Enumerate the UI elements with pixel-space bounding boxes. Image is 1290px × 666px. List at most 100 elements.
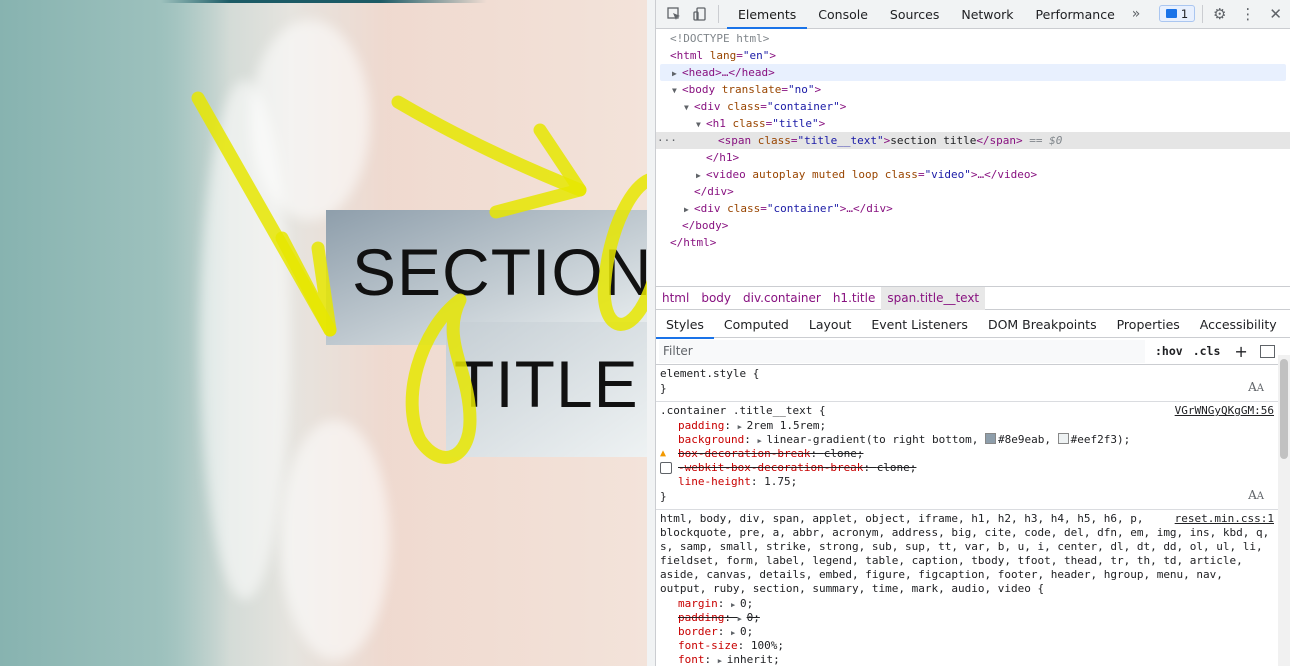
tab-elements[interactable]: Elements <box>727 0 808 29</box>
rule-selector-line[interactable]: output, ruby, section, summary, time, ma… <box>660 582 1044 596</box>
rule-selector-line[interactable]: html, body, div, span, applet, object, i… <box>660 512 1143 526</box>
font-editor-icon[interactable]: AA <box>1248 488 1264 502</box>
expand-triangle-icon[interactable]: ▶ <box>731 598 740 612</box>
tab-dom-breakpoints[interactable]: DOM Breakpoints <box>978 310 1107 338</box>
collapse-triangle-icon[interactable]: ▼ <box>696 116 706 133</box>
device-toolbar-icon[interactable] <box>692 6 708 22</box>
color-swatch[interactable] <box>1057 433 1069 444</box>
devtools-toolbar: Elements Console Sources Network Perform… <box>656 0 1290 29</box>
styles-pane: element.style { } AA .container .title__… <box>656 365 1278 666</box>
tab-properties[interactable]: Properties <box>1107 310 1190 338</box>
breadcrumb-h1-title[interactable]: h1.title <box>827 287 882 310</box>
styles-filter-input[interactable] <box>659 339 1145 363</box>
cls-toggle-button[interactable]: .cls <box>1193 344 1221 358</box>
tree-line-div[interactable]: ▼ <div class="container"> <box>656 98 1290 115</box>
annotation-loop-left <box>405 293 477 464</box>
expand-triangle-icon[interactable]: ▶ <box>738 420 747 434</box>
rule-close-brace: } <box>660 382 667 395</box>
message-icon <box>1165 9 1177 18</box>
breadcrumb-span-title-text[interactable]: span.title__text <box>881 286 986 310</box>
collapse-triangle-icon[interactable]: ▼ <box>672 82 682 99</box>
tree-line-body[interactable]: ▼ <body translate="no"> <box>656 81 1290 98</box>
scrollbar-thumb[interactable] <box>1280 359 1288 459</box>
tab-styles[interactable]: Styles <box>656 310 714 339</box>
expand-triangle-icon[interactable]: ▶ <box>738 612 747 626</box>
expand-triangle-icon[interactable]: ▶ <box>684 201 694 218</box>
expand-triangle-icon[interactable]: ▶ <box>672 65 682 82</box>
new-style-rule-button[interactable]: + <box>1234 342 1247 361</box>
tree-line[interactable]: </div> <box>656 183 1290 200</box>
expand-triangle-icon[interactable]: ▶ <box>696 167 706 184</box>
tree-line-video[interactable]: ▶ <video autoplay muted loop class="video… <box>656 166 1290 183</box>
decl-webkit-box-decoration-break[interactable]: -webkit-box-decoration-break: clone; <box>678 461 916 475</box>
rule-source-link[interactable]: VGrWNGyQKgGM:56 <box>1175 404 1274 417</box>
toolbar-right-icons: ⚙ ⋮ ✕ <box>1201 0 1282 28</box>
warning-icon: ▲ <box>660 448 667 459</box>
tree-line[interactable]: </html> <box>656 234 1290 251</box>
tab-performance[interactable]: Performance <box>1025 0 1126 28</box>
decl-background[interactable]: background: ▶ linear-gradient(to right bo… <box>678 433 1130 447</box>
color-swatch[interactable] <box>985 433 997 444</box>
decl-box-decoration-break[interactable]: box-decoration-break: clone; <box>678 447 863 461</box>
expand-triangle-icon[interactable]: ▶ <box>718 654 727 666</box>
tab-accessibility[interactable]: Accessibility <box>1190 310 1287 338</box>
rule-source-link[interactable]: reset.min.css:1 <box>1175 512 1274 525</box>
rule-selector[interactable]: .container .title__text { <box>660 404 826 418</box>
panel-splitter[interactable] <box>647 0 655 666</box>
tree-line-head[interactable]: ▶ <head>…</head> <box>660 64 1286 81</box>
decl-font[interactable]: font: ▶ inherit; <box>678 653 780 666</box>
breadcrumb-div-container[interactable]: div.container <box>737 287 827 310</box>
decl-margin[interactable]: margin: ▶ 0; <box>678 597 753 611</box>
tree-line[interactable]: </h1> <box>656 149 1290 166</box>
rule-selector-line[interactable]: fieldset, form, label, legend, table, ca… <box>660 554 1243 568</box>
issues-badge[interactable]: 1 <box>1159 5 1195 22</box>
tree-line[interactable]: <!DOCTYPE html> <box>656 30 1290 47</box>
decl-padding[interactable]: padding: ▶ 0; <box>678 611 760 625</box>
tree-line-h1[interactable]: ▼ <h1 class="title"> <box>656 115 1290 132</box>
breadcrumb-html[interactable]: html <box>656 287 695 310</box>
decl-padding[interactable]: padding: ▶ 2rem 1.5rem; <box>678 419 826 433</box>
styles-filter-bar: :hov .cls + <box>656 338 1290 365</box>
styles-scrollbar[interactable] <box>1278 355 1290 666</box>
breadcrumb-body[interactable]: body <box>695 287 737 310</box>
style-rule-reset: html, body, div, span, applet, object, i… <box>656 510 1278 666</box>
annotation-loop-right <box>597 174 647 331</box>
doctype-node: <!DOCTYPE html> <box>670 32 770 45</box>
tree-line[interactable]: </body> <box>656 217 1290 234</box>
settings-gear-icon[interactable]: ⚙ <box>1213 5 1226 23</box>
font-editor-icon[interactable]: AA <box>1248 380 1264 394</box>
kebab-menu-icon[interactable]: ⋮ <box>1240 5 1255 23</box>
tree-line-span-selected[interactable]: ··· <span class="title__text">section tit… <box>656 132 1290 149</box>
rule-selector-line[interactable]: aside, canvas, details, embed, figure, f… <box>660 568 1223 582</box>
style-rule-title-text: .container .title__text { VGrWNGyQKgGM:5… <box>656 402 1278 510</box>
tab-event-listeners[interactable]: Event Listeners <box>861 310 978 338</box>
element-style-rule: element.style { } AA <box>656 365 1278 402</box>
rule-selector-line[interactable]: blockquote, pre, a, abbr, acronym, addre… <box>660 526 1269 540</box>
hov-toggle-button[interactable]: :hov <box>1155 344 1183 358</box>
node-actions-icon[interactable]: ··· <box>657 132 677 149</box>
rule-selector[interactable]: element.style { <box>660 367 759 381</box>
tree-line[interactable]: <html lang="en"> <box>656 47 1290 64</box>
toggle-sidebar-icon[interactable] <box>1259 344 1275 358</box>
tab-console[interactable]: Console <box>807 0 879 28</box>
decl-font-size[interactable]: font-size: 100%; <box>678 639 784 653</box>
collapse-triangle-icon[interactable]: ▼ <box>684 99 694 116</box>
tab-layout[interactable]: Layout <box>799 310 862 338</box>
tab-sources[interactable]: Sources <box>879 0 950 28</box>
decl-line-height[interactable]: line-height: 1.75; <box>678 475 797 489</box>
tab-network[interactable]: Network <box>950 0 1024 28</box>
expand-triangle-icon[interactable]: ▶ <box>731 626 740 640</box>
devtools-panel: Elements Console Sources Network Perform… <box>655 0 1290 666</box>
more-tabs-icon[interactable]: » <box>1126 6 1147 22</box>
annotation-drawing <box>191 91 647 464</box>
decl-border[interactable]: border: ▶ 0; <box>678 625 753 639</box>
issues-count: 1 <box>1180 6 1189 21</box>
rule-close-brace: } <box>660 490 667 503</box>
elements-tree: <!DOCTYPE html> <html lang="en"> ▶ <head>… <box>656 28 1290 286</box>
declaration-checkbox[interactable] <box>660 462 672 474</box>
tab-computed[interactable]: Computed <box>714 310 799 338</box>
inspect-element-icon[interactable] <box>666 6 682 22</box>
close-icon[interactable]: ✕ <box>1269 5 1282 23</box>
tree-line-div2[interactable]: ▶ <div class="container">…</div> <box>656 200 1290 217</box>
rule-selector-line[interactable]: s, samp, small, strike, strong, sub, sup… <box>660 540 1263 554</box>
